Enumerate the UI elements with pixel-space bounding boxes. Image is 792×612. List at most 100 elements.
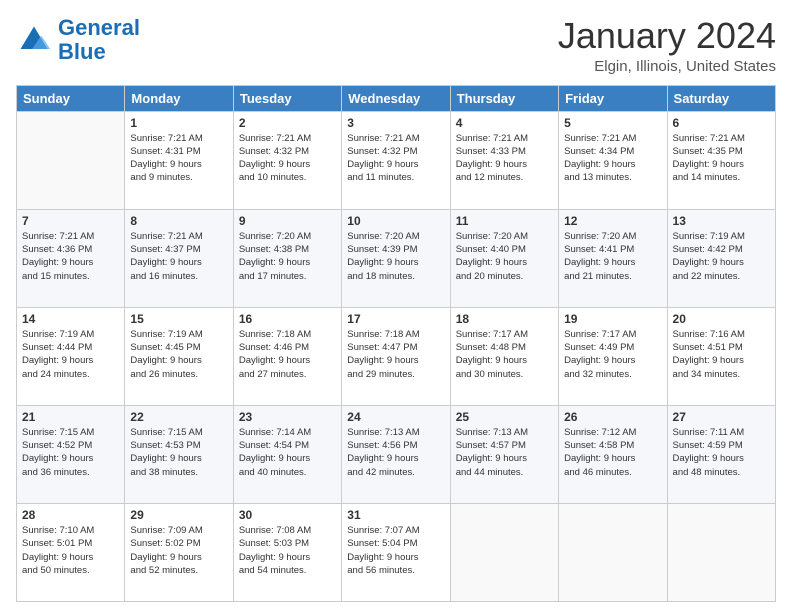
day-info: Sunrise: 7:13 AMSunset: 4:56 PMDaylight:… [347,426,444,479]
day-info: Sunrise: 7:08 AMSunset: 5:03 PMDaylight:… [239,524,336,577]
day-number: 20 [673,312,770,326]
table-row: 26 Sunrise: 7:12 AMSunset: 4:58 PMDaylig… [559,405,667,503]
day-info: Sunrise: 7:10 AMSunset: 5:01 PMDaylight:… [22,524,119,577]
day-number: 9 [239,214,336,228]
day-info: Sunrise: 7:19 AMSunset: 4:45 PMDaylight:… [130,328,227,381]
table-row: 12 Sunrise: 7:20 AMSunset: 4:41 PMDaylig… [559,209,667,307]
col-monday: Monday [125,85,233,111]
table-row: 8 Sunrise: 7:21 AMSunset: 4:37 PMDayligh… [125,209,233,307]
table-row [17,111,125,209]
day-number: 15 [130,312,227,326]
page: General Blue January 2024 Elgin, Illinoi… [0,0,792,612]
general-blue-logo-icon [16,22,52,58]
day-info: Sunrise: 7:21 AMSunset: 4:32 PMDaylight:… [239,132,336,185]
day-number: 16 [239,312,336,326]
day-number: 29 [130,508,227,522]
col-sunday: Sunday [17,85,125,111]
table-row: 16 Sunrise: 7:18 AMSunset: 4:46 PMDaylig… [233,307,341,405]
day-number: 21 [22,410,119,424]
day-number: 6 [673,116,770,130]
day-info: Sunrise: 7:13 AMSunset: 4:57 PMDaylight:… [456,426,553,479]
day-info: Sunrise: 7:20 AMSunset: 4:40 PMDaylight:… [456,230,553,283]
col-friday: Friday [559,85,667,111]
day-number: 26 [564,410,661,424]
day-info: Sunrise: 7:21 AMSunset: 4:35 PMDaylight:… [673,132,770,185]
table-row: 3 Sunrise: 7:21 AMSunset: 4:32 PMDayligh… [342,111,450,209]
day-number: 22 [130,410,227,424]
logo: General Blue [16,16,140,64]
day-number: 28 [22,508,119,522]
table-row: 28 Sunrise: 7:10 AMSunset: 5:01 PMDaylig… [17,503,125,601]
calendar-header-row: Sunday Monday Tuesday Wednesday Thursday… [17,85,776,111]
day-number: 18 [456,312,553,326]
logo-line2: Blue [58,39,106,64]
day-info: Sunrise: 7:18 AMSunset: 4:47 PMDaylight:… [347,328,444,381]
calendar-subtitle: Elgin, Illinois, United States [558,58,776,75]
day-number: 7 [22,214,119,228]
day-number: 2 [239,116,336,130]
table-row [559,503,667,601]
day-info: Sunrise: 7:20 AMSunset: 4:39 PMDaylight:… [347,230,444,283]
table-row: 29 Sunrise: 7:09 AMSunset: 5:02 PMDaylig… [125,503,233,601]
calendar-week-row: 21 Sunrise: 7:15 AMSunset: 4:52 PMDaylig… [17,405,776,503]
title-block: January 2024 Elgin, Illinois, United Sta… [558,16,776,75]
table-row: 13 Sunrise: 7:19 AMSunset: 4:42 PMDaylig… [667,209,775,307]
day-number: 12 [564,214,661,228]
header: General Blue January 2024 Elgin, Illinoi… [16,16,776,75]
table-row: 2 Sunrise: 7:21 AMSunset: 4:32 PMDayligh… [233,111,341,209]
day-number: 30 [239,508,336,522]
table-row: 1 Sunrise: 7:21 AMSunset: 4:31 PMDayligh… [125,111,233,209]
col-wednesday: Wednesday [342,85,450,111]
day-info: Sunrise: 7:14 AMSunset: 4:54 PMDaylight:… [239,426,336,479]
calendar-week-row: 7 Sunrise: 7:21 AMSunset: 4:36 PMDayligh… [17,209,776,307]
day-info: Sunrise: 7:21 AMSunset: 4:34 PMDaylight:… [564,132,661,185]
table-row: 24 Sunrise: 7:13 AMSunset: 4:56 PMDaylig… [342,405,450,503]
day-info: Sunrise: 7:09 AMSunset: 5:02 PMDaylight:… [130,524,227,577]
col-thursday: Thursday [450,85,558,111]
day-info: Sunrise: 7:19 AMSunset: 4:44 PMDaylight:… [22,328,119,381]
table-row: 11 Sunrise: 7:20 AMSunset: 4:40 PMDaylig… [450,209,558,307]
day-info: Sunrise: 7:16 AMSunset: 4:51 PMDaylight:… [673,328,770,381]
table-row: 5 Sunrise: 7:21 AMSunset: 4:34 PMDayligh… [559,111,667,209]
day-info: Sunrise: 7:21 AMSunset: 4:31 PMDaylight:… [130,132,227,185]
table-row: 30 Sunrise: 7:08 AMSunset: 5:03 PMDaylig… [233,503,341,601]
table-row: 4 Sunrise: 7:21 AMSunset: 4:33 PMDayligh… [450,111,558,209]
day-info: Sunrise: 7:21 AMSunset: 4:33 PMDaylight:… [456,132,553,185]
day-number: 19 [564,312,661,326]
table-row: 14 Sunrise: 7:19 AMSunset: 4:44 PMDaylig… [17,307,125,405]
day-info: Sunrise: 7:17 AMSunset: 4:48 PMDaylight:… [456,328,553,381]
logo-line1: General [58,15,140,40]
table-row: 21 Sunrise: 7:15 AMSunset: 4:52 PMDaylig… [17,405,125,503]
day-number: 13 [673,214,770,228]
table-row: 17 Sunrise: 7:18 AMSunset: 4:47 PMDaylig… [342,307,450,405]
col-saturday: Saturday [667,85,775,111]
day-info: Sunrise: 7:20 AMSunset: 4:41 PMDaylight:… [564,230,661,283]
day-info: Sunrise: 7:12 AMSunset: 4:58 PMDaylight:… [564,426,661,479]
day-number: 11 [456,214,553,228]
table-row: 7 Sunrise: 7:21 AMSunset: 4:36 PMDayligh… [17,209,125,307]
table-row [450,503,558,601]
table-row: 20 Sunrise: 7:16 AMSunset: 4:51 PMDaylig… [667,307,775,405]
table-row: 15 Sunrise: 7:19 AMSunset: 4:45 PMDaylig… [125,307,233,405]
table-row: 31 Sunrise: 7:07 AMSunset: 5:04 PMDaylig… [342,503,450,601]
day-number: 8 [130,214,227,228]
calendar-week-row: 28 Sunrise: 7:10 AMSunset: 5:01 PMDaylig… [17,503,776,601]
day-info: Sunrise: 7:21 AMSunset: 4:32 PMDaylight:… [347,132,444,185]
day-info: Sunrise: 7:11 AMSunset: 4:59 PMDaylight:… [673,426,770,479]
day-number: 10 [347,214,444,228]
day-info: Sunrise: 7:21 AMSunset: 4:37 PMDaylight:… [130,230,227,283]
day-info: Sunrise: 7:17 AMSunset: 4:49 PMDaylight:… [564,328,661,381]
day-number: 17 [347,312,444,326]
day-number: 5 [564,116,661,130]
table-row: 23 Sunrise: 7:14 AMSunset: 4:54 PMDaylig… [233,405,341,503]
table-row: 6 Sunrise: 7:21 AMSunset: 4:35 PMDayligh… [667,111,775,209]
day-number: 23 [239,410,336,424]
day-number: 24 [347,410,444,424]
day-info: Sunrise: 7:15 AMSunset: 4:53 PMDaylight:… [130,426,227,479]
day-info: Sunrise: 7:19 AMSunset: 4:42 PMDaylight:… [673,230,770,283]
table-row: 9 Sunrise: 7:20 AMSunset: 4:38 PMDayligh… [233,209,341,307]
table-row [667,503,775,601]
day-info: Sunrise: 7:15 AMSunset: 4:52 PMDaylight:… [22,426,119,479]
calendar-title: January 2024 [558,16,776,56]
calendar-table: Sunday Monday Tuesday Wednesday Thursday… [16,85,776,602]
